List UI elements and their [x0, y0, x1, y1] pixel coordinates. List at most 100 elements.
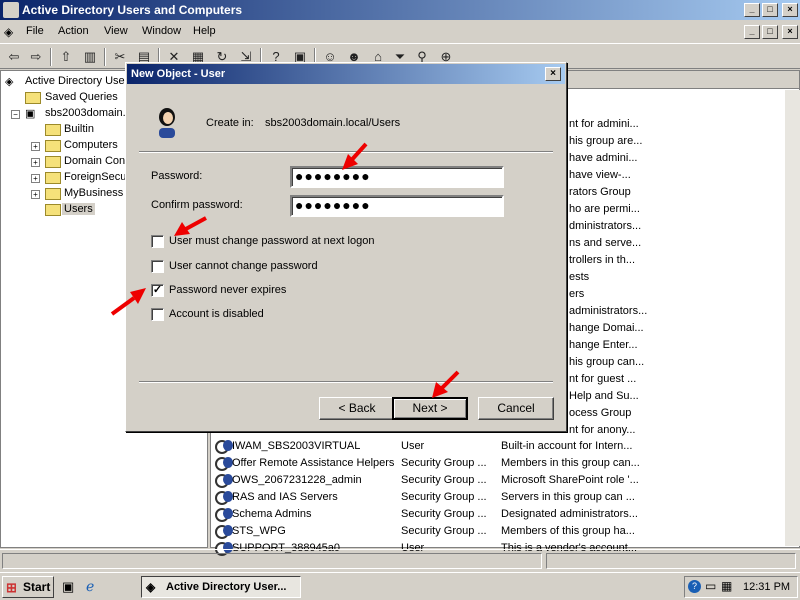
- list-cell-description: have admini...: [569, 152, 638, 164]
- account-disabled-label[interactable]: Account is disabled: [169, 308, 264, 320]
- cannot-change-password-label[interactable]: User cannot change password: [169, 260, 318, 272]
- child-restore-button[interactable]: □: [762, 25, 778, 39]
- list-cell-description: trollers in th...: [569, 254, 636, 266]
- password-never-expires-checkbox[interactable]: ✓: [151, 284, 164, 297]
- cancel-button[interactable]: Cancel: [478, 397, 554, 420]
- table-row[interactable]: STS_WPG Security Group ... Members of this…: [211, 523, 799, 540]
- create-in-value: sbs2003domain.local/Users: [265, 117, 401, 129]
- taskbar: ⊞ Start ▣ ℯ ◈ Active Directory User... ?…: [0, 572, 800, 600]
- list-cell-type: Security Group ...: [401, 491, 487, 503]
- maximize-button[interactable]: □: [762, 3, 778, 17]
- menu-help[interactable]: Help: [193, 25, 216, 37]
- list-cell-description: rators Group: [569, 186, 631, 198]
- table-row[interactable]: OWS_2067231228_admin Security Group ... Mi…: [211, 472, 799, 489]
- list-cell-type: User: [401, 440, 425, 452]
- list-cell-description: Servers in this group can ...: [501, 491, 635, 503]
- must-change-password-checkbox[interactable]: [151, 235, 164, 248]
- folder-icon: [45, 124, 61, 136]
- list-cell-description: his group can...: [569, 356, 645, 368]
- back-arrow-icon[interactable]: ⇦: [4, 47, 24, 67]
- close-button[interactable]: ×: [782, 3, 798, 17]
- account-disabled-checkbox[interactable]: [151, 308, 164, 321]
- list-cell-description: ho are permi...: [569, 203, 640, 215]
- list-cell-description: Members of this group ha...: [501, 525, 635, 537]
- list-cell-description: his group are...: [569, 135, 643, 147]
- expand-icon[interactable]: +: [31, 158, 40, 167]
- user-icon: [159, 108, 175, 138]
- monitor-icon[interactable]: ▦: [721, 579, 732, 593]
- list-cell-description: nt for guest ...: [569, 373, 637, 385]
- menu-action[interactable]: Action: [58, 25, 89, 37]
- list-cell-name: STS_WPG: [232, 525, 286, 537]
- dialog-close-button[interactable]: ×: [545, 67, 561, 81]
- collapse-icon[interactable]: −: [11, 110, 20, 119]
- annotation-arrow-icon: [174, 216, 207, 236]
- start-button[interactable]: ⊞ Start: [2, 576, 54, 598]
- annotation-arrow-icon: [342, 142, 368, 170]
- list-cell-description: Members in this group can...: [501, 457, 640, 469]
- create-in-label: Create in:: [206, 117, 254, 129]
- list-cell-description: have view-...: [569, 169, 631, 181]
- password-never-expires-label[interactable]: Password never expires: [169, 284, 286, 296]
- list-cell-type: Security Group ...: [401, 457, 487, 469]
- password-field[interactable]: ●●●●●●●●: [290, 166, 504, 188]
- window-title: Active Directory Users and Computers: [22, 3, 243, 17]
- list-cell-description: administrators...: [569, 305, 648, 317]
- folder-icon: [45, 172, 61, 184]
- ou-folder-icon: [45, 156, 61, 168]
- app-icon: [3, 2, 19, 18]
- folder-icon: [45, 140, 61, 152]
- expand-icon[interactable]: +: [31, 190, 40, 199]
- list-cell-type: Security Group ...: [401, 474, 487, 486]
- console-icon[interactable]: ◈: [4, 25, 20, 39]
- dialog-title-bar[interactable]: New Object - User ×: [127, 64, 565, 84]
- forward-arrow-icon[interactable]: ⇨: [26, 47, 46, 67]
- toolbar-separator: [104, 48, 106, 66]
- show-desktop-icon[interactable]: ▣: [62, 579, 74, 595]
- ad-icon: ◈: [146, 580, 156, 594]
- table-row[interactable]: IWAM_SBS2003VIRTUAL User Built-in account …: [211, 438, 799, 455]
- menu-view[interactable]: View: [104, 25, 128, 37]
- list-cell-description: dministrators...: [569, 220, 642, 232]
- back-button[interactable]: < Back: [319, 397, 395, 420]
- child-minimize-button[interactable]: _: [744, 25, 760, 39]
- list-cell-description: ns and serve...: [569, 237, 642, 249]
- child-close-button[interactable]: ×: [782, 25, 798, 39]
- main-title-bar[interactable]: Active Directory Users and Computers _ □…: [0, 0, 800, 20]
- table-row[interactable]: RAS and IAS Servers Security Group ... Ser…: [211, 489, 799, 506]
- internet-explorer-icon[interactable]: ℯ: [86, 578, 94, 595]
- up-folder-icon[interactable]: ⇧: [56, 47, 76, 67]
- table-row[interactable]: Offer Remote Assistance Helpers Security …: [211, 455, 799, 472]
- list-cell-description: nt for admini...: [569, 118, 639, 130]
- password-label: Password:: [151, 170, 203, 182]
- vertical-scrollbar[interactable]: [785, 90, 800, 546]
- menu-window[interactable]: Window: [142, 25, 181, 37]
- status-bar: [0, 549, 800, 571]
- list-cell-description: ers: [569, 288, 585, 300]
- list-cell-description: nt for anony...: [569, 424, 636, 436]
- minimize-button[interactable]: _: [744, 3, 760, 17]
- menu-file[interactable]: File: [26, 25, 44, 37]
- clock[interactable]: 12:31 PM: [743, 581, 790, 593]
- network-icon[interactable]: ▭: [705, 579, 716, 593]
- list-cell-description: Help and Su...: [569, 390, 639, 402]
- divider: [139, 381, 553, 383]
- dialog-title: New Object - User: [131, 68, 226, 80]
- show-tree-icon[interactable]: ▥: [80, 47, 100, 67]
- toolbar-separator: [50, 48, 52, 66]
- domain-icon: ▣: [25, 108, 36, 120]
- menu-bar: ◈ File Action View Window Help _ □ ×: [0, 22, 800, 42]
- expand-icon[interactable]: +: [31, 174, 40, 183]
- table-row[interactable]: Schema Admins Security Group ... Designate…: [211, 506, 799, 523]
- list-cell-name: OWS_2067231228_admin: [232, 474, 362, 486]
- confirm-password-field[interactable]: ●●●●●●●●: [290, 195, 504, 217]
- list-cell-name: IWAM_SBS2003VIRTUAL: [232, 440, 361, 452]
- folder-icon: [25, 92, 41, 104]
- list-cell-name: RAS and IAS Servers: [232, 491, 338, 503]
- help-icon[interactable]: ?: [688, 580, 701, 593]
- list-cell-description: Designated administrators...: [501, 508, 638, 520]
- list-cell-description: hange Domai...: [569, 322, 644, 334]
- cannot-change-password-checkbox[interactable]: [151, 260, 164, 273]
- taskbar-button-ad[interactable]: ◈ Active Directory User...: [141, 576, 301, 598]
- expand-icon[interactable]: +: [31, 142, 40, 151]
